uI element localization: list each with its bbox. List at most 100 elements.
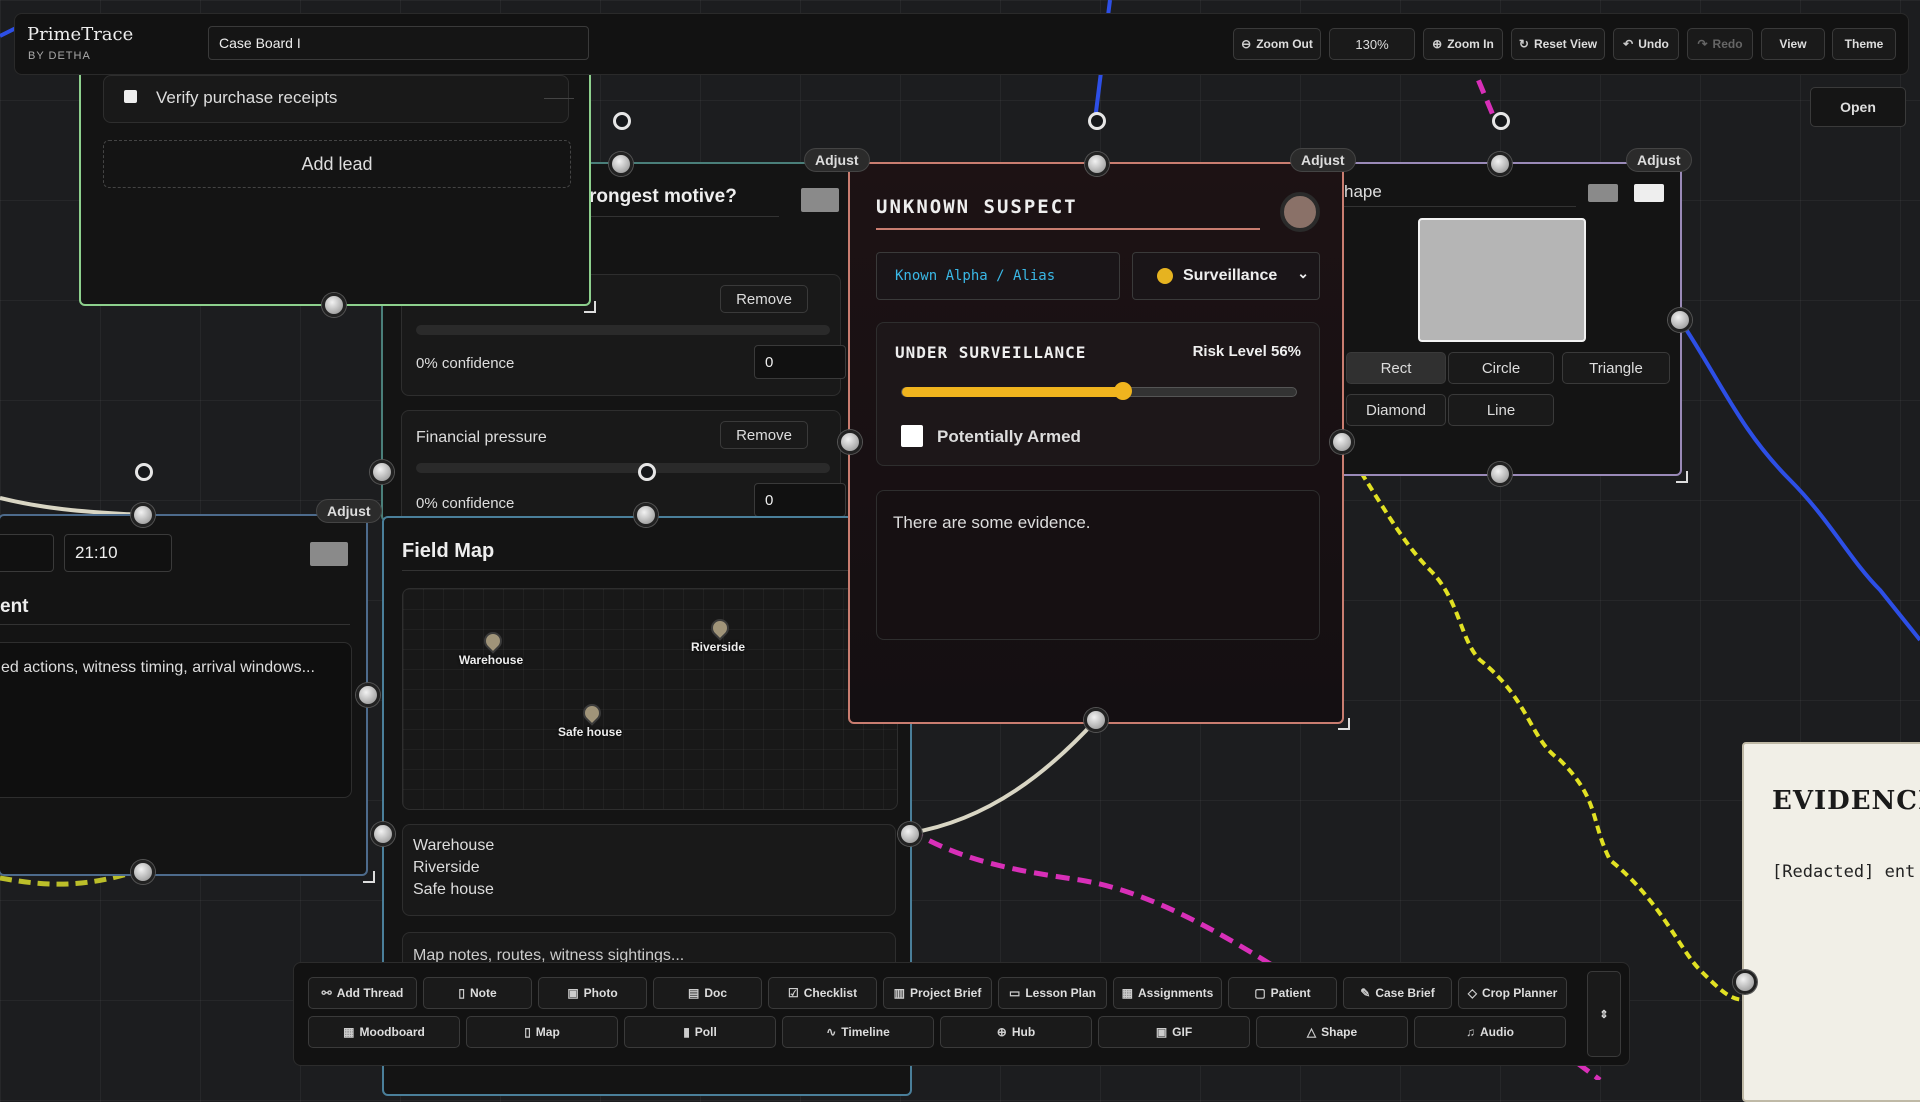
board-name-input[interactable]: Case Board I — [208, 26, 589, 60]
add-photo-button[interactable]: ▣ Photo — [538, 977, 647, 1009]
factor-1-confidence-input[interactable]: 0 — [754, 345, 846, 379]
connector-port[interactable] — [1088, 112, 1106, 130]
factor-2-confidence-input[interactable]: 0 — [754, 483, 846, 517]
connection-handle[interactable] — [1488, 462, 1512, 486]
add-timeline-button[interactable]: ∿ Timeline — [782, 1016, 934, 1048]
shape-preview[interactable] — [1418, 218, 1586, 342]
connection-handle[interactable] — [131, 860, 155, 884]
suspect-card-resize-handle[interactable] — [1335, 715, 1353, 733]
checklist-checkbox[interactable] — [124, 90, 137, 103]
add-project-brief-button[interactable]: ▥ Project Brief — [883, 977, 992, 1009]
connection-handle[interactable] — [322, 293, 346, 317]
connection-handle[interactable] — [634, 503, 658, 527]
add-map-button[interactable]: ▯ Map — [466, 1016, 618, 1048]
add-case-brief-button[interactable]: ✎ Case Brief — [1343, 977, 1452, 1009]
shape-option-rect[interactable]: Rect — [1346, 352, 1446, 384]
connector-port[interactable] — [638, 463, 656, 481]
adjust-suspect-button[interactable]: Adjust — [1290, 148, 1356, 172]
risk-level-label: Risk Level 56% — [1192, 343, 1301, 360]
motive-color-swatch[interactable] — [801, 188, 839, 212]
leads-card-resize-handle[interactable] — [581, 298, 599, 316]
connection-handle[interactable] — [1733, 970, 1757, 994]
timeline-date-input[interactable] — [0, 534, 54, 572]
theme-button[interactable]: Theme — [1832, 28, 1896, 60]
timeline-card-resize-handle[interactable] — [360, 868, 378, 886]
shape-option-diamond[interactable]: Diamond — [1346, 394, 1446, 426]
add-moodboard-button[interactable]: ▦ Moodboard — [308, 1016, 460, 1048]
add-lead-button[interactable]: Add lead — [103, 140, 571, 188]
undo-button[interactable]: ↶ Undo — [1613, 28, 1679, 60]
potentially-armed-checkbox[interactable] — [901, 425, 923, 447]
add-gif-button[interactable]: ▣ GIF — [1098, 1016, 1250, 1048]
connection-handle[interactable] — [1085, 152, 1109, 176]
field-map-canvas[interactable]: Warehouse Riverside Safe house — [402, 588, 898, 810]
shape-card-resize-handle[interactable] — [1673, 468, 1691, 486]
add-note-button[interactable]: ▯ Note — [423, 977, 532, 1009]
pen-icon: ✎ — [1360, 986, 1371, 1000]
expand-bar-toggle[interactable]: ⇕ — [1587, 971, 1621, 1057]
open-button[interactable]: Open — [1810, 87, 1906, 127]
shape-option-circle[interactable]: Circle — [1448, 352, 1554, 384]
map-pin-icon[interactable] — [480, 628, 506, 654]
timeline-notes-field[interactable]: ed actions, witness timing, arrival wind… — [0, 642, 352, 798]
add-crop-planner-button[interactable]: ◇ Crop Planner — [1458, 977, 1567, 1009]
connection-handle[interactable] — [838, 430, 862, 454]
add-audio-button[interactable]: ♫ Audio — [1414, 1016, 1566, 1048]
connector-port[interactable] — [613, 112, 631, 130]
audio-icon: ♫ — [1466, 1025, 1475, 1039]
add-checklist-button[interactable]: ☑ Checklist — [768, 977, 877, 1009]
connector-port[interactable] — [135, 463, 153, 481]
add-lesson-plan-button[interactable]: ▭ Lesson Plan — [998, 977, 1107, 1009]
adjust-timeline-button[interactable]: Adjust — [316, 499, 382, 523]
timeline-time-input[interactable]: 21:10 — [64, 534, 172, 572]
map-pin-icon[interactable] — [707, 615, 733, 641]
map-pin-icon[interactable] — [579, 700, 605, 726]
connection-handle[interactable] — [1084, 708, 1108, 732]
redo-button[interactable]: ↷ Redo — [1687, 28, 1753, 60]
potentially-armed-label: Potentially Armed — [937, 427, 1081, 446]
suspect-status-select[interactable]: Surveillance ⌄ — [1132, 252, 1320, 300]
add-shape-button[interactable]: △ Shape — [1256, 1016, 1408, 1048]
risk-level-slider[interactable] — [901, 382, 1297, 400]
zoom-out-button[interactable]: ⊖ Zoom Out — [1233, 28, 1321, 60]
connection-handle[interactable] — [609, 152, 633, 176]
connection-handle[interactable] — [1488, 152, 1512, 176]
connection-handle[interactable] — [356, 683, 380, 707]
add-patient-button[interactable]: ▢ Patient — [1228, 977, 1337, 1009]
adjust-motive-button[interactable]: Adjust — [804, 148, 870, 172]
timeline-icon: ∿ — [826, 1025, 837, 1039]
shape-stroke-swatch[interactable] — [1634, 184, 1664, 202]
add-poll-button[interactable]: ▮ Poll — [624, 1016, 776, 1048]
top-bar: PrimeTrace BY DETHA Case Board I ⊖ Zoom O… — [14, 13, 1909, 75]
map-pin-label: Warehouse — [458, 653, 524, 667]
risk-level-thumb[interactable] — [1113, 382, 1132, 400]
timeline-color-swatch[interactable] — [310, 542, 348, 566]
connection-handle[interactable] — [371, 822, 395, 846]
factor-2-confidence-bar[interactable] — [416, 463, 830, 473]
remove-factor-2-button[interactable]: Remove — [720, 421, 808, 449]
connector-port[interactable] — [1492, 112, 1510, 130]
factor-1-confidence-bar[interactable] — [416, 325, 830, 335]
shape-fill-swatch[interactable] — [1588, 184, 1618, 202]
add-hub-button[interactable]: ⊕ Hub — [940, 1016, 1092, 1048]
zoom-in-button[interactable]: ⊕ Zoom In — [1423, 28, 1503, 60]
add-assignments-button[interactable]: ▦ Assignments — [1113, 977, 1222, 1009]
connection-handle[interactable] — [370, 460, 394, 484]
connection-handle[interactable] — [1330, 430, 1354, 454]
connection-handle[interactable] — [131, 503, 155, 527]
add-doc-button[interactable]: ▤ Doc — [653, 977, 762, 1009]
leads-card: Verify purchase receipts Add lead — [79, 40, 591, 306]
remove-factor-1-button[interactable]: Remove — [720, 285, 808, 313]
view-button[interactable]: View — [1761, 28, 1825, 60]
map-locations-list[interactable]: Warehouse Riverside Safe house — [402, 824, 896, 916]
reset-view-button[interactable]: ↻ Reset View — [1511, 28, 1605, 60]
add-add-thread-button[interactable]: ⚯ Add Thread — [308, 977, 417, 1009]
suspect-photo-avatar[interactable] — [1280, 192, 1320, 232]
connection-handle[interactable] — [1668, 308, 1692, 332]
shape-option-triangle[interactable]: Triangle — [1562, 352, 1670, 384]
suspect-alias-input[interactable]: Known Alpha / Alias — [876, 252, 1120, 300]
shape-option-line[interactable]: Line — [1448, 394, 1554, 426]
suspect-notes-field[interactable]: There are some evidence. — [876, 490, 1320, 640]
connection-handle[interactable] — [898, 822, 922, 846]
adjust-shape-button[interactable]: Adjust — [1626, 148, 1692, 172]
